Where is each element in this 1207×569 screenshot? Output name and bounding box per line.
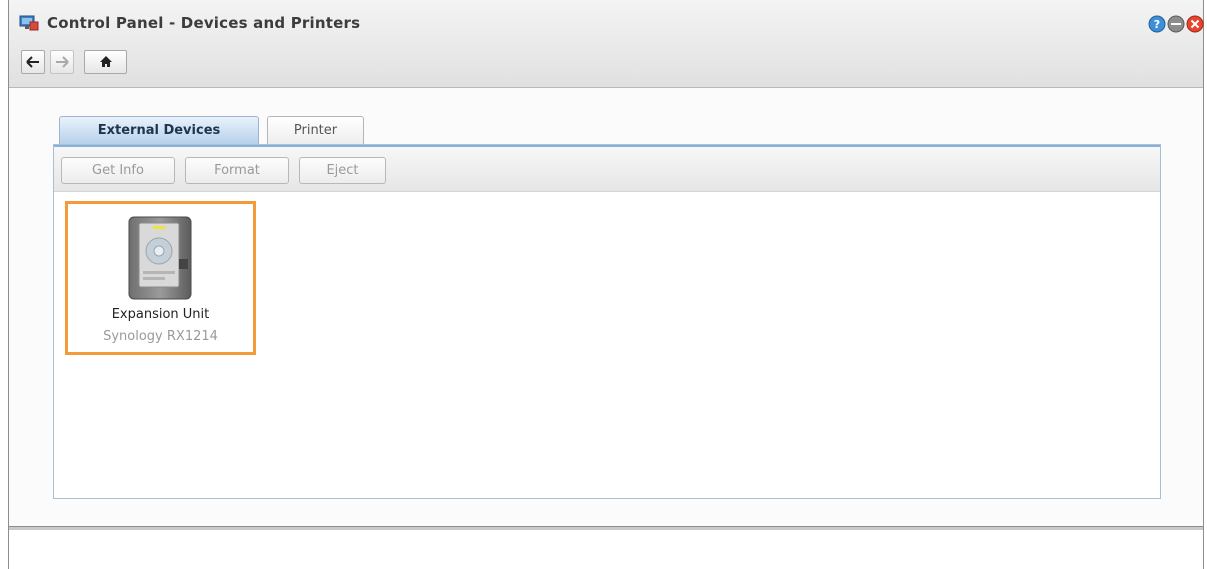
status-divider bbox=[9, 527, 1203, 530]
control-panel-window: Control Panel - Devices and Printers ? E… bbox=[8, 0, 1204, 527]
title-bar: Control Panel - Devices and Printers ? bbox=[9, 0, 1204, 88]
tab-printer[interactable]: Printer bbox=[267, 116, 364, 144]
home-icon bbox=[99, 53, 113, 72]
arrow-left-icon bbox=[26, 53, 40, 72]
devices-printers-icon bbox=[19, 14, 39, 32]
home-button[interactable] bbox=[84, 50, 127, 74]
help-icon[interactable]: ? bbox=[1148, 15, 1166, 33]
device-name: Expansion Unit bbox=[111, 307, 210, 322]
devices-panel: Get Info Format Eject Expansion Unit Syn… bbox=[53, 144, 1161, 499]
tab-external-devices[interactable]: External Devices bbox=[59, 116, 259, 144]
svg-text:?: ? bbox=[1154, 18, 1160, 31]
forward-button[interactable] bbox=[50, 50, 74, 74]
device-item[interactable]: Expansion Unit Synology RX1214 bbox=[65, 201, 256, 355]
minimize-icon[interactable] bbox=[1167, 15, 1185, 33]
get-info-button[interactable]: Get Info bbox=[61, 157, 175, 184]
device-model: Synology RX1214 bbox=[103, 329, 218, 344]
main-content: External Devices Printer Get Info Format… bbox=[9, 88, 1203, 526]
back-button[interactable] bbox=[21, 50, 45, 74]
eject-button[interactable]: Eject bbox=[299, 157, 386, 184]
close-icon[interactable] bbox=[1186, 15, 1204, 33]
status-bar bbox=[8, 527, 1204, 569]
window-title: Control Panel - Devices and Printers bbox=[47, 14, 361, 32]
device-toolbar: Get Info Format Eject bbox=[54, 147, 1160, 192]
arrow-right-icon bbox=[55, 53, 69, 72]
format-button[interactable]: Format bbox=[185, 157, 289, 184]
expansion-unit-icon bbox=[127, 215, 193, 305]
